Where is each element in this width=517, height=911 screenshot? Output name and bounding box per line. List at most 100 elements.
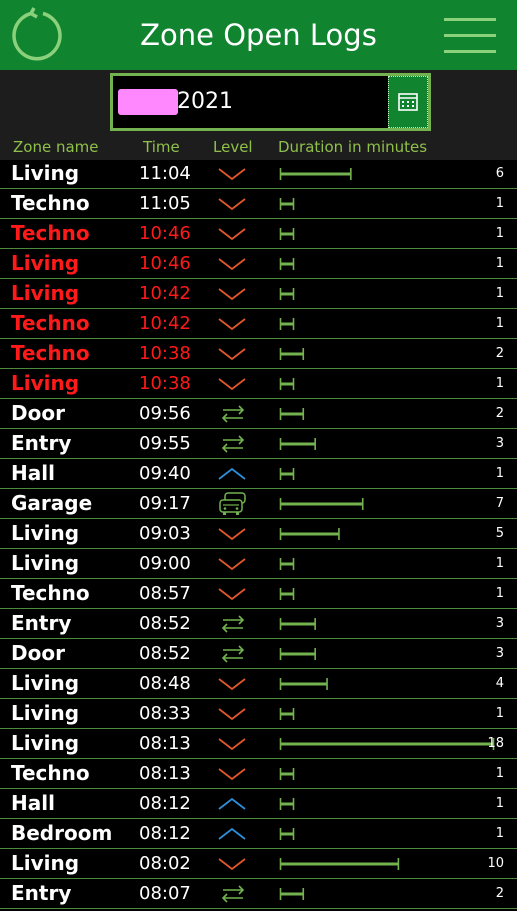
log-row[interactable]: Living 10:38 1 xyxy=(0,369,517,399)
duration-bar xyxy=(279,678,328,690)
duration-bar xyxy=(279,198,295,210)
duration-value: 2 xyxy=(495,346,504,361)
log-time: 08:52 xyxy=(139,613,191,634)
log-row[interactable]: Living 11:04 6 xyxy=(0,159,517,189)
zone-name: Garage xyxy=(11,491,93,515)
duration-value: 1 xyxy=(495,226,504,241)
level-indicator xyxy=(216,521,250,547)
log-row[interactable]: Techno 08:57 1 xyxy=(0,579,517,609)
duration-value: 1 xyxy=(495,256,504,271)
level-indicator xyxy=(216,281,250,307)
level-indicator xyxy=(216,491,250,517)
zone-name: Entry xyxy=(11,431,72,455)
duration-bar xyxy=(279,318,295,330)
chevron-down-icon xyxy=(218,768,246,781)
column-header-duration: Duration in minutes xyxy=(278,138,428,156)
duration-value: 10 xyxy=(487,856,504,871)
zone-name: Door xyxy=(11,641,65,665)
duration-bar xyxy=(279,888,305,900)
log-row[interactable]: Living 08:13 18 xyxy=(0,729,517,759)
duration-value: 1 xyxy=(495,196,504,211)
log-row[interactable]: Living 08:48 4 xyxy=(0,669,517,699)
log-row[interactable]: Living 09:00 1 xyxy=(0,549,517,579)
log-time: 08:52 xyxy=(139,643,191,664)
zone-name: Entry xyxy=(11,881,72,905)
log-row[interactable]: Living 10:42 1 xyxy=(0,279,517,309)
level-indicator xyxy=(216,431,250,457)
log-row[interactable]: Techno 10:38 2 xyxy=(0,339,517,369)
duration-bar xyxy=(279,438,316,450)
duration-bar xyxy=(279,498,364,510)
log-row[interactable]: Techno 08:13 1 xyxy=(0,759,517,789)
zone-name: Hall xyxy=(11,791,55,815)
log-time: 10:38 xyxy=(139,343,191,364)
log-time: 08:07 xyxy=(139,883,191,904)
level-indicator xyxy=(216,371,250,397)
duration-value: 1 xyxy=(495,556,504,571)
level-indicator xyxy=(216,161,250,187)
duration-bar xyxy=(279,588,295,600)
chevron-down-icon xyxy=(218,198,246,211)
duration-value: 1 xyxy=(495,316,504,331)
chevron-down-icon xyxy=(218,288,246,301)
chevron-down-icon xyxy=(218,858,246,871)
level-indicator xyxy=(216,611,250,637)
log-time: 11:05 xyxy=(139,193,191,214)
duration-value: 2 xyxy=(495,406,504,421)
menu-line-icon xyxy=(444,18,496,21)
calendar-button[interactable] xyxy=(388,76,428,128)
zone-name: Living xyxy=(11,701,80,725)
log-row[interactable]: Garage 09:17 7 xyxy=(0,489,517,519)
app-header: Zone Open Logs xyxy=(0,0,517,70)
page-title: Zone Open Logs xyxy=(140,18,377,52)
level-indicator xyxy=(216,821,250,847)
zone-name: Door xyxy=(11,401,65,425)
zone-name: Techno xyxy=(11,311,90,335)
log-row[interactable]: Bedroom 08:12 1 xyxy=(0,819,517,849)
log-row[interactable]: Living 08:33 1 xyxy=(0,699,517,729)
chevron-down-icon xyxy=(218,258,246,271)
level-indicator xyxy=(216,731,250,757)
duration-bar xyxy=(279,228,295,240)
chevron-down-icon xyxy=(218,348,246,361)
log-row[interactable]: Living 09:03 5 xyxy=(0,519,517,549)
date-picker-field[interactable]: 2021 xyxy=(110,73,431,131)
log-time: 08:02 xyxy=(139,853,191,874)
zone-name: Living xyxy=(11,551,80,575)
duration-value: 1 xyxy=(495,586,504,601)
duration-value: 1 xyxy=(495,376,504,391)
log-row[interactable]: Hall 08:12 1 xyxy=(0,789,517,819)
duration-bar xyxy=(279,378,295,390)
log-row[interactable]: Door 08:52 3 xyxy=(0,639,517,669)
log-row[interactable]: Entry 08:52 3 xyxy=(0,609,517,639)
log-row[interactable]: Entry 08:07 2 xyxy=(0,879,517,909)
log-row[interactable]: Entry 09:55 3 xyxy=(0,429,517,459)
log-row[interactable]: Door 09:56 2 xyxy=(0,399,517,429)
log-row[interactable]: Living 10:46 1 xyxy=(0,249,517,279)
zone-name: Living xyxy=(11,371,80,395)
level-indicator xyxy=(216,221,250,247)
log-row[interactable]: Techno 11:05 1 xyxy=(0,189,517,219)
log-time: 08:33 xyxy=(139,703,191,724)
hamburger-menu-button[interactable] xyxy=(442,14,498,54)
log-list: Living 11:04 6 Techno 11:05 1 Techno 10:46 1 Livi… xyxy=(0,159,517,909)
level-indicator xyxy=(216,551,250,577)
log-row[interactable]: Hall 09:40 1 xyxy=(0,459,517,489)
chevron-down-icon xyxy=(218,738,246,751)
log-time: 10:38 xyxy=(139,373,191,394)
swap-arrows-icon xyxy=(221,645,245,663)
level-indicator xyxy=(216,641,250,667)
log-row[interactable]: Techno 10:42 1 xyxy=(0,309,517,339)
duration-bar xyxy=(279,798,295,810)
zone-name: Living xyxy=(11,521,80,545)
level-indicator xyxy=(216,401,250,427)
zone-name: Techno xyxy=(11,581,90,605)
duration-bar xyxy=(279,558,295,570)
cars-icon xyxy=(219,492,246,515)
log-row[interactable]: Techno 10:46 1 xyxy=(0,219,517,249)
log-time: 09:17 xyxy=(139,493,191,514)
duration-value: 6 xyxy=(495,166,504,181)
chevron-up-icon xyxy=(218,827,246,840)
log-row[interactable]: Living 08:02 10 xyxy=(0,849,517,879)
duration-bar xyxy=(279,468,295,480)
